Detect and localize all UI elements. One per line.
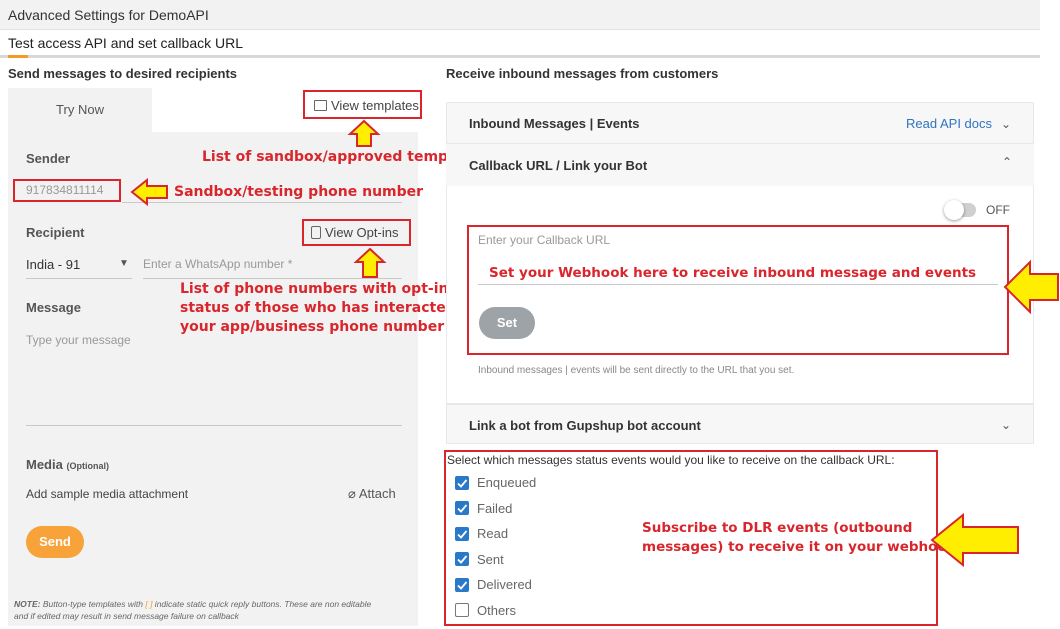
arrow-up-templates [347,119,381,147]
arrow-up-optins [353,247,387,278]
arrow-left-sender [130,177,168,207]
arrow-left-webhook [1003,259,1059,315]
annotation-arrows [130,119,1059,568]
arrow-left-events [930,512,1019,568]
